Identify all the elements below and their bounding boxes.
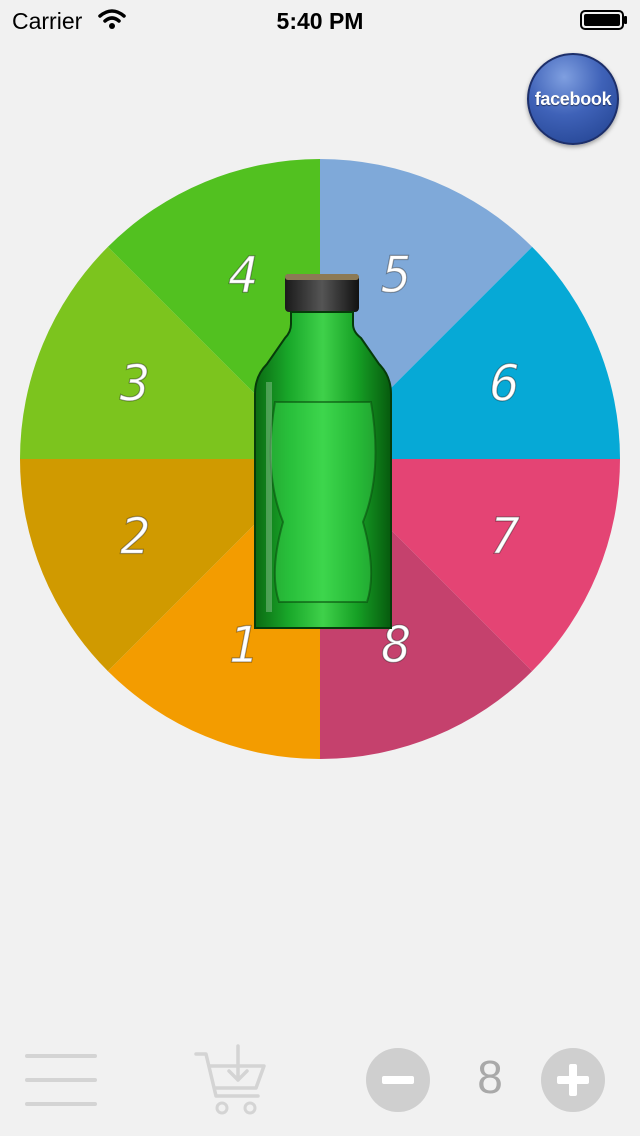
bottom-toolbar: 8 (0, 1040, 640, 1136)
bottle-icon[interactable] (249, 272, 397, 632)
player-count: 8 (477, 1051, 503, 1103)
status-bar: Carrier 5:40 PM (0, 0, 640, 40)
facebook-share-button[interactable]: facebook (527, 53, 619, 145)
cart-download-icon[interactable] (192, 1044, 268, 1118)
status-time: 5:40 PM (276, 8, 364, 34)
increase-players-button[interactable] (541, 1048, 605, 1112)
wheel-label-3: 3 (119, 354, 150, 412)
hamburger-menu-icon[interactable] (25, 1054, 97, 1106)
decrease-players-button[interactable] (366, 1048, 430, 1112)
wheel-label-7: 7 (490, 508, 520, 566)
battery-icon (580, 10, 627, 30)
wheel-label-6: 6 (490, 354, 520, 412)
wheel-label-2: 2 (120, 508, 150, 566)
facebook-label: facebook (534, 88, 612, 109)
